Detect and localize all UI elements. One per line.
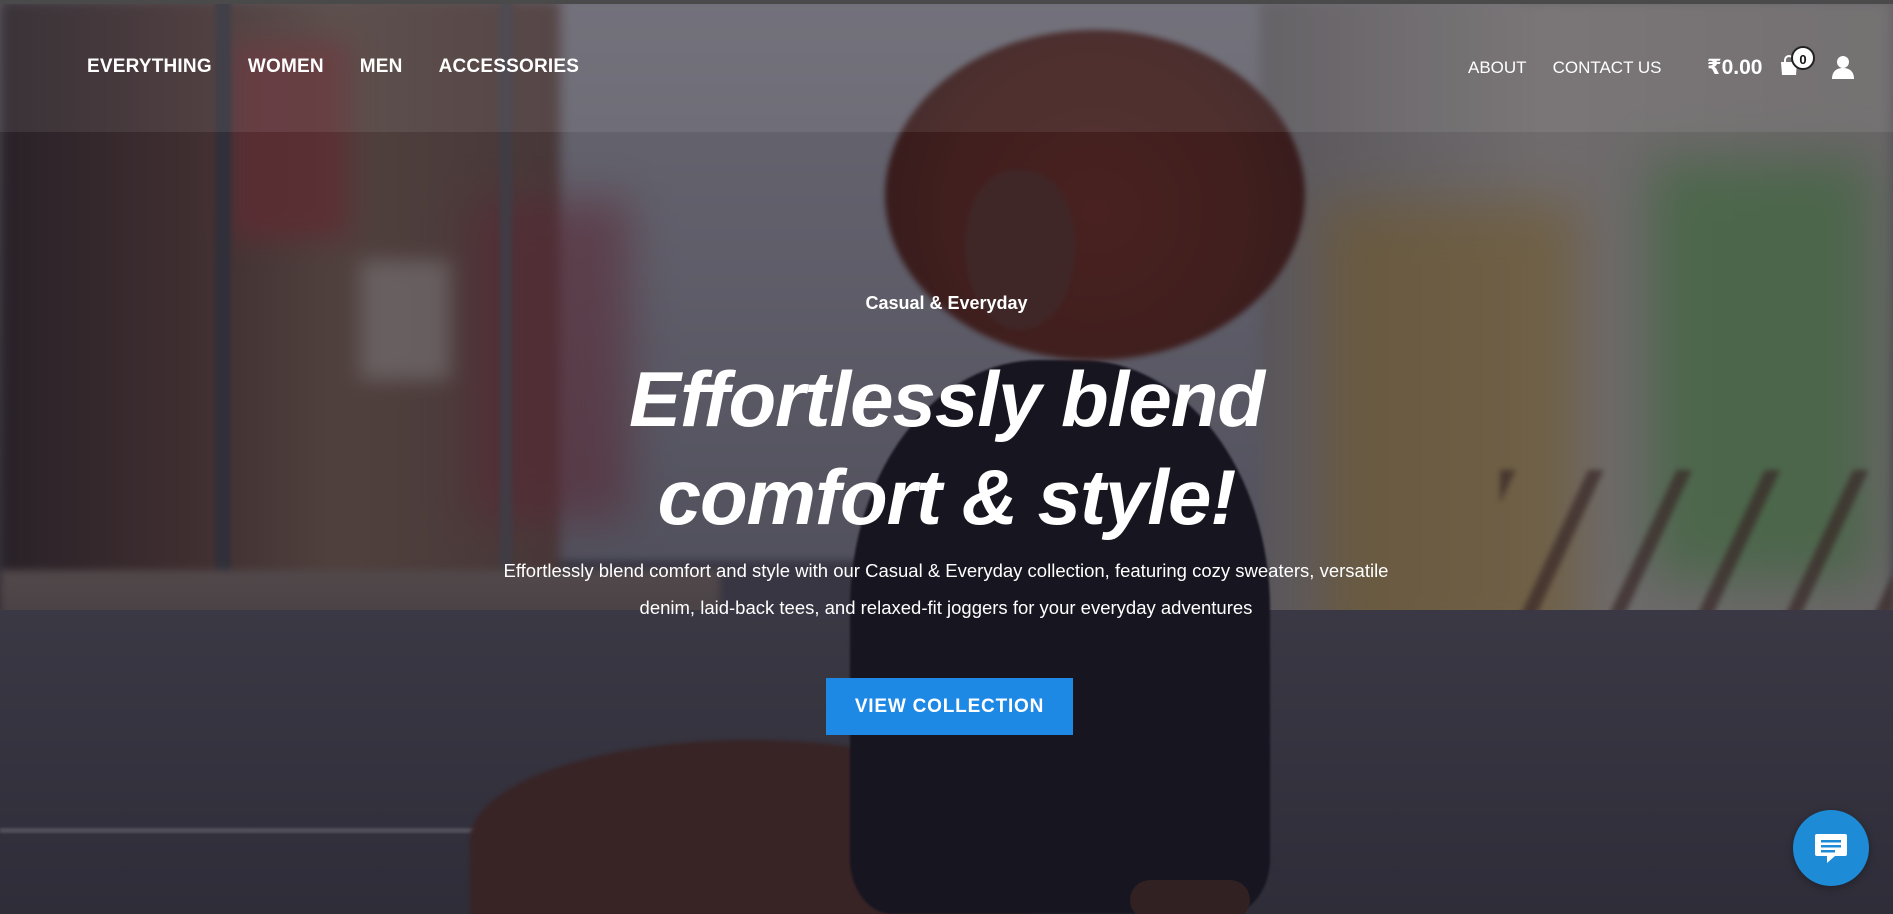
hero-headline-line-1: Effortlessly blend	[628, 355, 1265, 443]
page: EVERYTHING WOMEN MEN ACCESSORIES ABOUT C…	[0, 0, 1893, 914]
hero-headline: Effortlessly blend comfort & style!	[0, 350, 1893, 546]
nav-item-about[interactable]: ABOUT	[1468, 58, 1527, 78]
nav-item-contact-us[interactable]: CONTACT US	[1553, 58, 1662, 78]
cart-count-badge: 0	[1791, 46, 1815, 70]
chat-bubble-icon	[1815, 834, 1847, 863]
cart-total[interactable]: ₹0.00	[1707, 55, 1762, 80]
nav-item-men[interactable]: MEN	[360, 56, 403, 78]
hero-description: Effortlessly blend comfort and style wit…	[503, 560, 1389, 618]
chat-widget-button[interactable]	[1793, 810, 1869, 886]
view-collection-button[interactable]: VIEW COLLECTION	[826, 678, 1073, 735]
primary-nav: EVERYTHING WOMEN MEN ACCESSORIES	[87, 56, 579, 78]
nav-item-accessories[interactable]: ACCESSORIES	[439, 56, 580, 78]
hero-eyebrow: Casual & Everyday	[865, 293, 1028, 313]
user-icon[interactable]	[1832, 55, 1854, 79]
nav-item-everything[interactable]: EVERYTHING	[87, 56, 212, 78]
hero-headline-line-2: comfort & style!	[657, 453, 1237, 541]
nav-item-women[interactable]: WOMEN	[248, 56, 324, 78]
secondary-nav: ABOUT CONTACT US	[1468, 58, 1662, 78]
